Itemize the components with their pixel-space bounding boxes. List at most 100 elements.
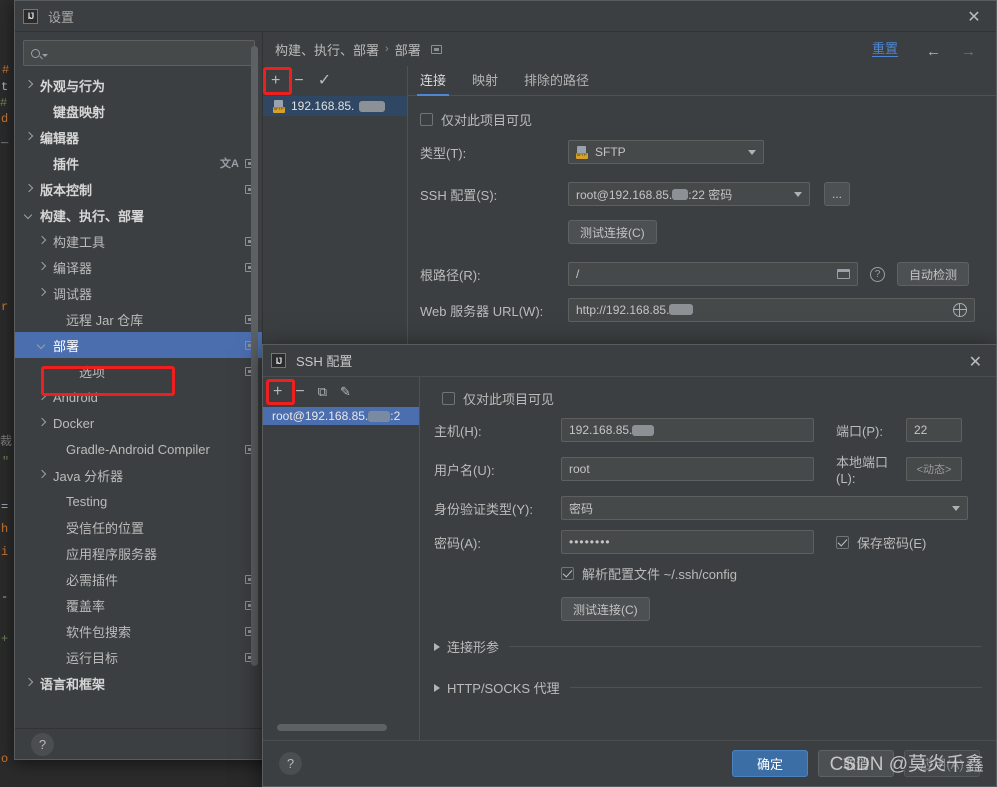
save-password-checkbox[interactable]	[836, 535, 849, 549]
set-default-server-button[interactable]: ✓	[318, 73, 331, 89]
chevron-down-icon[interactable]	[23, 209, 36, 222]
sidebar-item-10[interactable]: 部署	[15, 332, 262, 358]
sidebar-item-4[interactable]: 版本控制	[15, 176, 262, 202]
sidebar-item-3[interactable]: 插件 文A	[15, 150, 262, 176]
web-url-input[interactable]: http://192.168.85.	[568, 298, 975, 322]
sidebar-item-6[interactable]: 构建工具	[15, 228, 262, 254]
chevron-right-icon[interactable]	[23, 131, 36, 144]
ok-button[interactable]: 确定	[732, 750, 808, 777]
ssh-visible-only-checkbox[interactable]	[442, 392, 455, 405]
pencil-icon[interactable]: ✎	[340, 384, 351, 400]
tab-mappings[interactable]: 映射	[472, 70, 498, 95]
password-label: 密码(A):	[434, 535, 481, 551]
remove-ssh-config-button[interactable]: −	[295, 384, 304, 400]
breadcrumb-parent[interactable]: 构建、执行、部署	[275, 40, 379, 59]
sidebar-item-23[interactable]: 语言和框架	[15, 670, 262, 696]
sidebar-item-7[interactable]: 编译器	[15, 254, 262, 280]
sidebar-item-22[interactable]: 运行目标	[15, 644, 262, 670]
local-port-input[interactable]: <动态>	[906, 457, 962, 481]
type-value: SFTP	[595, 145, 626, 159]
ssh-config-browse-button[interactable]: ...	[824, 182, 850, 206]
chevron-right-icon[interactable]	[36, 417, 49, 430]
section-http-socks[interactable]: HTTP/SOCKS 代理	[434, 678, 982, 697]
sidebar-item-1[interactable]: 键盘映射	[15, 98, 262, 124]
chevron-right-icon[interactable]	[23, 79, 36, 92]
apply-button[interactable]: 应用(A)	[904, 750, 980, 777]
code-fragment: h	[1, 522, 9, 536]
add-server-button[interactable]: +	[271, 73, 280, 89]
sidebar-item-20[interactable]: 覆盖率	[15, 592, 262, 618]
chevron-right-icon[interactable]	[23, 183, 36, 196]
host-label: 主机(H):	[434, 423, 482, 439]
close-icon[interactable]: ✕	[969, 352, 982, 372]
sidebar-item-label: 远程 Jar 仓库	[66, 312, 144, 328]
sidebar-item-18[interactable]: 应用程序服务器	[15, 540, 262, 566]
sidebar-item-17[interactable]: 受信任的位置	[15, 514, 262, 540]
server-list-item[interactable]: 192.168.85.	[263, 96, 407, 116]
chevron-right-icon[interactable]	[36, 469, 49, 482]
ssh-help-button[interactable]: ?	[279, 752, 302, 775]
tab-excluded-paths[interactable]: 排除的路径	[524, 70, 589, 95]
chevron-right-icon[interactable]	[23, 677, 36, 690]
reset-link[interactable]: 重置	[871, 41, 898, 57]
tab-connection[interactable]: 连接	[416, 70, 450, 96]
auth-type-select[interactable]: 密码	[561, 496, 968, 520]
ssh-list-horizontal-scrollbar[interactable]	[277, 724, 387, 731]
add-ssh-config-button[interactable]: +	[273, 384, 282, 400]
settings-tree: 外观与行为 键盘映射 编辑器 插件 文A 版本控制 构建、执行、部署 构建工具 编译器 调试器远程…	[15, 72, 262, 724]
sidebar-item-19[interactable]: 必需插件	[15, 566, 262, 592]
password-input[interactable]: ••••••••	[561, 530, 814, 554]
tree-scrollbar[interactable]	[251, 46, 258, 666]
code-fragment: #	[0, 96, 8, 110]
autodetect-button[interactable]: 自动检测	[897, 262, 970, 286]
close-icon[interactable]: ✕	[964, 7, 984, 27]
visible-only-checkbox[interactable]	[420, 113, 433, 126]
search-area	[15, 32, 262, 72]
sidebar-item-11[interactable]: 选项	[15, 358, 262, 384]
ssh-test-connection-button[interactable]: 测试连接(C)	[561, 597, 650, 621]
test-connection-button[interactable]: 测试连接(C)	[568, 220, 657, 244]
port-input[interactable]: 22	[906, 418, 962, 442]
cancel-button[interactable]: 取消	[818, 750, 894, 777]
folder-icon[interactable]	[837, 269, 850, 279]
copy-icon[interactable]: ⧉	[318, 384, 327, 400]
parse-config-checkbox[interactable]	[561, 567, 574, 580]
search-box[interactable]	[23, 40, 255, 66]
sidebar-item-8[interactable]: 调试器	[15, 280, 262, 306]
sidebar-item-9[interactable]: 远程 Jar 仓库	[15, 306, 262, 332]
sidebar-item-13[interactable]: Docker	[15, 410, 262, 436]
breadcrumb-marker-icon	[430, 44, 442, 54]
sidebar-item-2[interactable]: 编辑器	[15, 124, 262, 150]
remove-server-button[interactable]: −	[294, 73, 303, 89]
type-select[interactable]: SFTP	[568, 140, 764, 164]
sidebar-item-12[interactable]: Android	[15, 384, 262, 410]
globe-icon[interactable]	[953, 303, 967, 317]
sidebar-item-15[interactable]: Java 分析器	[15, 462, 262, 488]
sidebar-item-14[interactable]: Gradle-Android Compiler	[15, 436, 262, 462]
sidebar-item-0[interactable]: 外观与行为	[15, 72, 262, 98]
sidebar-item-label: 部署	[53, 338, 80, 354]
root-path-input[interactable]: /	[568, 262, 858, 286]
chevron-right-icon[interactable]	[36, 235, 49, 248]
nav-forward-icon[interactable]: →	[961, 43, 976, 60]
search-input[interactable]	[51, 46, 241, 60]
code-fragment: +	[1, 632, 9, 646]
chevron-down-icon[interactable]	[36, 339, 49, 352]
chevron-right-icon[interactable]	[36, 287, 49, 300]
help-icon[interactable]: ?	[870, 266, 885, 282]
sidebar-item-5[interactable]: 构建、执行、部署	[15, 202, 262, 228]
nav-back-icon[interactable]: ←	[926, 43, 941, 60]
help-button[interactable]: ?	[31, 732, 54, 756]
sidebar-item-21[interactable]: 软件包搜索	[15, 618, 262, 644]
sidebar-item-16[interactable]: Testing	[15, 488, 262, 514]
username-input[interactable]: root	[561, 457, 814, 481]
ssh-config-select[interactable]: root@192.168.85.:22 密码	[568, 182, 810, 206]
ssh-config-toolbar: + − ⧉ ✎	[263, 377, 419, 407]
chevron-right-icon[interactable]	[36, 261, 49, 274]
chevron-right-icon[interactable]	[36, 391, 49, 404]
sidebar-item-label: 插件	[53, 156, 80, 172]
host-input[interactable]: 192.168.85.	[561, 418, 814, 442]
ssh-config-list-item[interactable]: root@192.168.85.:2	[263, 407, 419, 425]
section-connection-params[interactable]: 连接形参	[434, 637, 982, 656]
